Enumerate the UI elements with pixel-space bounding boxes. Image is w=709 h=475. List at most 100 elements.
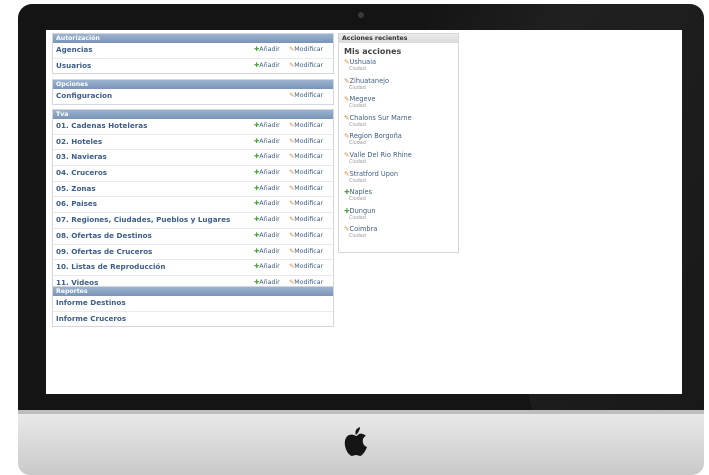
model-row: Informe Destinos: [53, 296, 333, 312]
recent-action-item: ✎Stratford Upon Ciudad: [339, 170, 458, 189]
model-row: Agencias ✚Añadir ✎Modificar: [53, 43, 333, 59]
add-label: Añadir: [259, 184, 280, 192]
model-link[interactable]: Configuracion: [56, 91, 112, 100]
model-link[interactable]: 07. Regiones, Ciudades, Pueblos y Lugare…: [56, 215, 230, 224]
model-link[interactable]: Informe Cruceros: [56, 314, 126, 323]
camera-icon: [358, 12, 364, 18]
recent-action-item: ✎Ushuaia Ciudad: [339, 58, 458, 77]
model-link[interactable]: 05. Zonas: [56, 184, 96, 193]
module-caption[interactable]: Opciones: [53, 80, 333, 89]
change-link[interactable]: ✎Modificar: [289, 260, 323, 275]
recent-action-link[interactable]: ✎Megeve: [344, 95, 458, 104]
add-link[interactable]: ✚Añadir: [254, 197, 280, 212]
add-link[interactable]: ✚Añadir: [254, 150, 280, 165]
recent-action-link[interactable]: ✎Coimbra: [344, 225, 458, 234]
recent-action-type: Ciudad: [349, 159, 366, 165]
add-label: Añadir: [259, 153, 280, 161]
model-row: 02. Hoteles ✚Añadir ✎Modificar: [53, 135, 333, 151]
add-label: Añadir: [259, 216, 280, 224]
recent-action-type: Ciudad: [349, 215, 366, 221]
apple-logo-icon: [344, 427, 367, 456]
recent-action-name: Chalons Sur Marne: [349, 113, 412, 122]
module-caption[interactable]: Reportes: [53, 287, 333, 296]
change-link[interactable]: ✎Modificar: [289, 245, 323, 260]
model-row: 03. Navieras ✚Añadir ✎Modificar: [53, 150, 333, 167]
module-1: Opciones Configuracion ✎Modificar: [52, 79, 334, 105]
model-link[interactable]: Informe Destinos: [56, 298, 126, 307]
recent-action-name: Dungun: [349, 206, 376, 215]
change-link[interactable]: ✎Modificar: [289, 229, 323, 244]
model-link[interactable]: 03. Navieras: [56, 152, 107, 161]
module-caption[interactable]: Autorización: [53, 34, 333, 43]
model-link[interactable]: 04. Cruceros: [56, 168, 107, 177]
recent-action-link[interactable]: ✎Zihuatanejo: [344, 77, 458, 86]
change-link[interactable]: ✎Modificar: [289, 119, 323, 134]
add-link[interactable]: ✚Añadir: [254, 213, 280, 228]
change-link[interactable]: ✎Modificar: [289, 166, 323, 181]
recent-actions-caption: Acciones recientes: [339, 34, 458, 43]
change-label: Modificar: [294, 92, 324, 99]
recent-action-item: ✚Dungun Ciudad: [339, 207, 458, 226]
model-row: 09. Ofertas de Cruceros ✚Añadir ✎Modificar: [53, 245, 333, 261]
recent-action-item: ✎Chalons Sur Marne Ciudad: [339, 114, 458, 133]
module-caption[interactable]: Tva: [53, 110, 333, 119]
recent-action-name: Region Borgoña: [349, 132, 402, 141]
recent-action-name: Stratford Upon: [349, 169, 399, 178]
add-label: Añadir: [259, 61, 280, 69]
add-link[interactable]: ✚Añadir: [254, 260, 280, 275]
change-label: Modificar: [294, 231, 324, 239]
change-link[interactable]: ✎Modificar: [289, 43, 323, 58]
recent-action-link[interactable]: ✚Dungun: [344, 207, 458, 216]
add-label: Añadir: [259, 137, 280, 145]
recent-actions-list: ✎Ushuaia Ciudad ✎Zihuatanejo Ciudad ✎Megeve C…: [339, 58, 458, 244]
recent-action-type: Ciudad: [349, 67, 366, 72]
add-link[interactable]: ✚Añadir: [254, 229, 280, 244]
model-link[interactable]: Usuarios: [56, 61, 91, 70]
model-row: 07. Regiones, Ciudades, Pueblos y Lugare…: [53, 213, 333, 229]
recent-action-name: Valle Del Rio Rhine: [349, 150, 412, 159]
add-link[interactable]: ✚Añadir: [254, 135, 280, 150]
recent-action-type: Ciudad: [349, 122, 366, 128]
add-link[interactable]: ✚Añadir: [254, 43, 280, 58]
change-link[interactable]: ✎Modificar: [289, 89, 323, 104]
change-link[interactable]: ✎Modificar: [289, 135, 323, 150]
model-row: Configuracion ✎Modificar: [53, 89, 333, 104]
recent-action-name: Naples: [349, 188, 373, 197]
model-link[interactable]: 08. Ofertas de Destinos: [56, 231, 152, 240]
model-row: Informe Cruceros: [53, 312, 333, 327]
change-link[interactable]: ✎Modificar: [289, 213, 323, 228]
recent-action-link[interactable]: ✎Ushuaia: [344, 58, 458, 67]
change-link[interactable]: ✎Modificar: [289, 197, 323, 212]
model-link[interactable]: 06. Paises: [56, 199, 97, 208]
recent-action-type: Ciudad: [349, 85, 366, 91]
model-link[interactable]: 01. Cadenas Hoteleras: [56, 121, 147, 130]
recent-action-type: Ciudad: [349, 104, 366, 110]
model-row: 05. Zonas ✚Añadir ✎Modificar: [53, 182, 333, 198]
add-link[interactable]: ✚Añadir: [254, 245, 280, 260]
add-link[interactable]: ✚Añadir: [254, 119, 280, 134]
model-link[interactable]: 10. Listas de Reproducción: [56, 262, 165, 271]
add-link[interactable]: ✚Añadir: [254, 166, 280, 181]
my-actions-title: Mis acciones: [344, 47, 402, 56]
change-label: Modificar: [294, 137, 324, 145]
change-link[interactable]: ✎Modificar: [289, 182, 323, 197]
add-link[interactable]: ✚Añadir: [254, 59, 280, 74]
change-label: Modificar: [294, 122, 324, 129]
recent-action-item: ✎Zihuatanejo Ciudad: [339, 77, 458, 96]
recent-action-type: Ciudad: [349, 197, 366, 203]
model-link[interactable]: 09. Ofertas de Cruceros: [56, 247, 152, 256]
recent-action-link[interactable]: ✎Stratford Upon: [344, 170, 458, 179]
change-label: Modificar: [294, 200, 324, 208]
recent-action-link[interactable]: ✚Naples: [344, 188, 458, 197]
add-link[interactable]: ✚Añadir: [254, 182, 280, 197]
change-link[interactable]: ✎Modificar: [289, 59, 323, 74]
change-link[interactable]: ✎Modificar: [289, 150, 323, 165]
add-label: Añadir: [259, 278, 280, 286]
model-link[interactable]: Agencias: [56, 45, 93, 54]
recent-action-link[interactable]: ✎Chalons Sur Marne: [344, 114, 458, 123]
recent-action-link[interactable]: ✎Valle Del Rio Rhine: [344, 151, 458, 160]
model-link[interactable]: 02. Hoteles: [56, 137, 102, 146]
add-label: Añadir: [259, 169, 280, 177]
model-row: 06. Paises ✚Añadir ✎Modificar: [53, 197, 333, 214]
model-row: 04. Cruceros ✚Añadir ✎Modificar: [53, 166, 333, 182]
